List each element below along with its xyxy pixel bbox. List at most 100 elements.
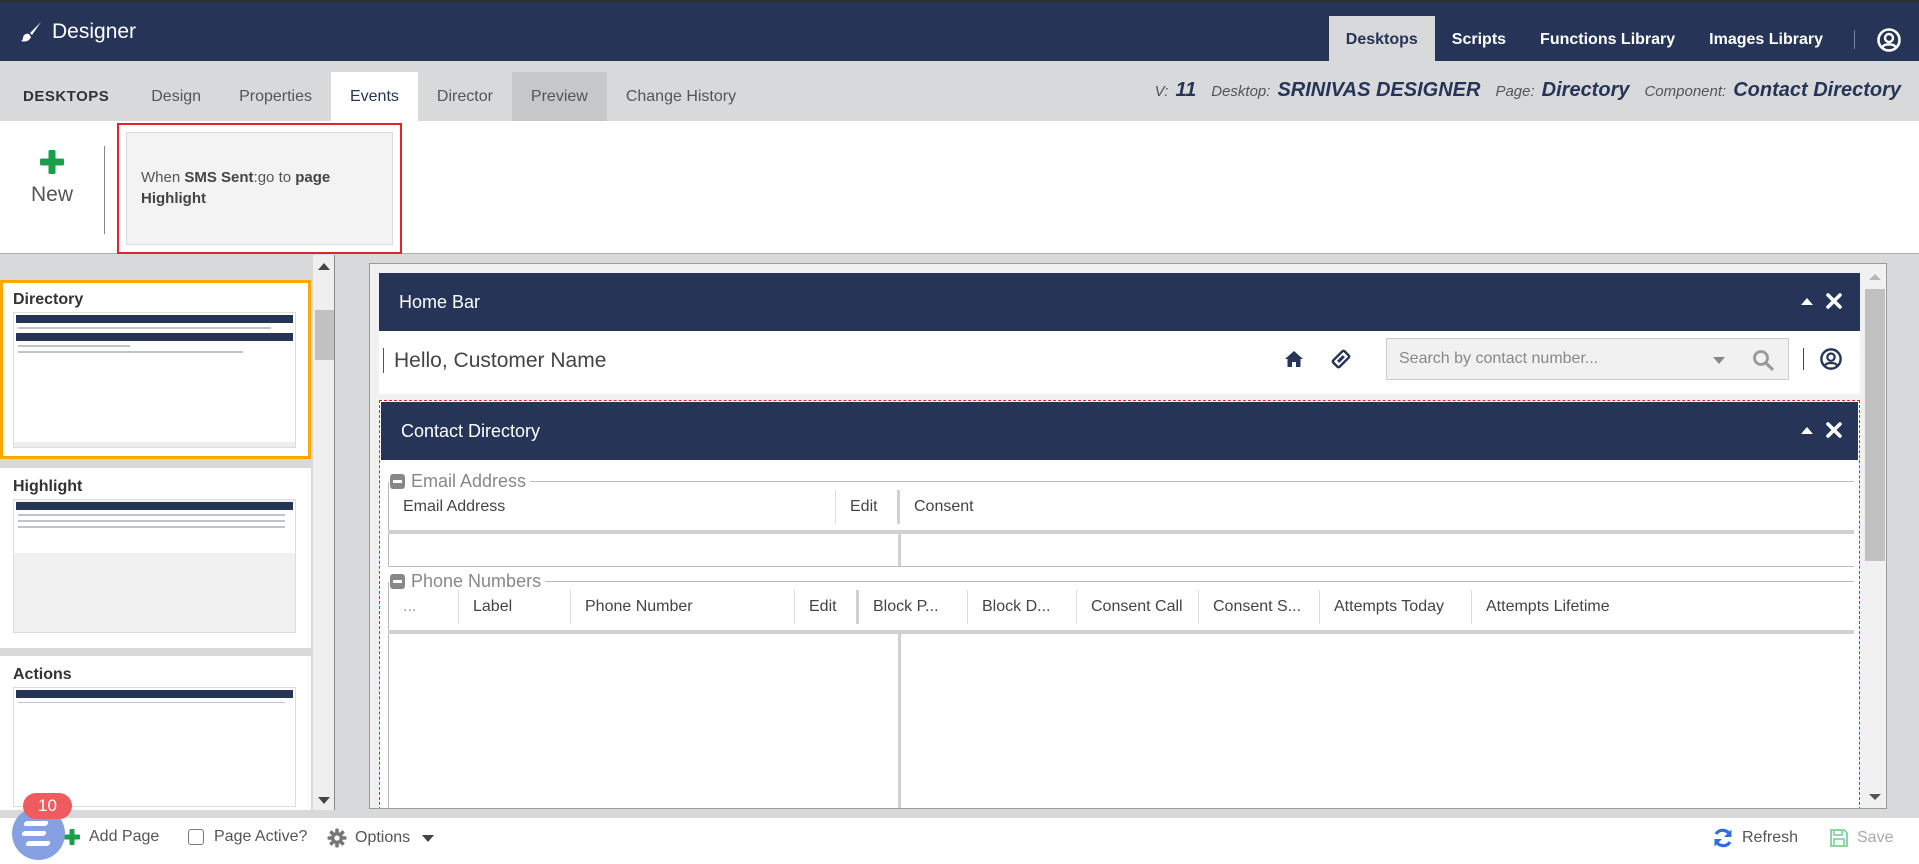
event-card[interactable]: When SMS Sent:go to page Highlight [117, 123, 402, 254]
collapse-up-icon[interactable] [1800, 425, 1814, 435]
grid-splitter[interactable] [898, 530, 901, 567]
column-header[interactable]: Label [459, 590, 571, 624]
close-icon[interactable] [1826, 422, 1842, 438]
collapse-up-icon[interactable] [1800, 296, 1814, 306]
column-header[interactable]: Edit [836, 490, 900, 524]
top-nav: Desktops Scripts Functions Library Image… [1328, 16, 1919, 63]
refresh-label: Refresh [1742, 829, 1799, 846]
top-navbar: Designer Desktops Scripts Functions Libr… [0, 0, 1919, 63]
page-active-toggle[interactable]: Page Active? [188, 828, 307, 846]
ticket-icon[interactable] [1330, 348, 1352, 370]
notification-badge[interactable]: 10 [23, 793, 72, 819]
grid-splitter[interactable] [898, 630, 901, 808]
topnav-scripts[interactable]: Scripts [1435, 16, 1523, 63]
event-description[interactable]: When SMS Sent:go to page Highlight [126, 132, 393, 245]
tab-events[interactable]: Events [330, 72, 418, 121]
topnav-desktops[interactable]: Desktops [1328, 16, 1435, 63]
column-header[interactable]: Email Address [389, 490, 836, 524]
scroll-down-arrow-icon[interactable] [318, 797, 330, 804]
email-grid-header: Email Address Edit Consent [388, 482, 1854, 530]
grid-header-line [388, 530, 1854, 534]
save-label: Save [1857, 829, 1894, 846]
column-header[interactable]: Phone Number [571, 590, 795, 624]
version-value: 11 [1175, 79, 1197, 101]
topnav-divider [1854, 30, 1855, 49]
gear-icon [327, 828, 347, 848]
plus-icon [40, 150, 64, 174]
version-label: V: [1154, 83, 1169, 100]
page-item-directory[interactable]: Directory [0, 280, 311, 459]
page-thumbnail [13, 312, 296, 448]
tab-design[interactable]: Design [132, 72, 220, 121]
topnav-images-library[interactable]: Images Library [1692, 16, 1840, 63]
scroll-up-arrow-icon[interactable] [318, 263, 330, 270]
options-dropdown[interactable]: Options [327, 828, 435, 848]
page-list-scrollbar[interactable] [313, 255, 335, 810]
home-icon[interactable] [1284, 350, 1304, 368]
scrollbar-thumb[interactable] [315, 310, 334, 360]
contact-directory-title: Contact Directory [401, 420, 541, 441]
column-header[interactable]: Attempts Lifetime [1472, 590, 1652, 624]
tab-director[interactable]: Director [418, 72, 512, 121]
page-active-checkbox[interactable] [188, 829, 204, 845]
scroll-up-arrow-icon[interactable] [1869, 274, 1881, 280]
column-header[interactable]: Consent S... [1199, 590, 1320, 624]
paintbrush-icon [21, 22, 41, 42]
close-icon[interactable] [1826, 293, 1842, 309]
events-toolbar: New When SMS Sent:go to page Highlight [0, 121, 1919, 254]
app-brand[interactable]: Designer [20, 20, 136, 44]
assistant-logo-icon [23, 821, 49, 826]
scrollbar-thumb[interactable] [1865, 289, 1885, 561]
app-title: Designer [52, 20, 137, 43]
page-value: Directory [1541, 79, 1630, 101]
footer-toolbar: Add Page Page Active? Options Refresh Sa… [0, 818, 1919, 864]
home-bar-component[interactable]: Home Bar Hello, Customer Name [379, 273, 1860, 394]
phone-numbers-section: Phone Numbers ... Label Phone Number Edi… [388, 571, 1854, 808]
home-bar-body: Hello, Customer Name [379, 331, 1860, 394]
tab-properties[interactable]: Properties [220, 72, 331, 121]
page-active-label: Page Active? [214, 828, 308, 845]
page-item-title: Directory [13, 291, 84, 308]
event-prefix: When [141, 169, 181, 186]
new-event-label: New [30, 183, 73, 206]
column-header[interactable]: Attempts Today [1320, 590, 1472, 624]
column-header[interactable]: Edit [795, 590, 859, 624]
refresh-icon [1714, 828, 1732, 848]
divider [104, 146, 105, 234]
contact-search-input[interactable] [1399, 350, 1699, 368]
user-circle-icon[interactable] [1820, 348, 1842, 370]
save-icon [1830, 829, 1848, 847]
column-header[interactable]: Block D... [968, 590, 1077, 624]
column-header[interactable]: Consent [900, 490, 1200, 524]
save-button[interactable]: Save [1829, 828, 1893, 848]
topnav-functions-library[interactable]: Functions Library [1523, 16, 1692, 63]
page-thumbnail [13, 499, 296, 633]
page-item-highlight[interactable]: Highlight [0, 468, 311, 648]
sub-navbar: DESKTOPS Design Properties Events Direct… [0, 61, 1919, 121]
column-header[interactable]: Block P... [859, 590, 968, 624]
event-trigger: SMS Sent [184, 169, 254, 186]
add-page-button[interactable]: Add Page [63, 828, 159, 846]
event-action: :go to [253, 169, 292, 186]
contact-directory-component[interactable]: Contact Directory Email Address Email Ad… [379, 400, 1860, 808]
options-label: Options [355, 829, 411, 846]
tab-preview[interactable]: Preview [511, 72, 607, 121]
refresh-button[interactable]: Refresh [1712, 828, 1798, 848]
search-icon[interactable] [1752, 349, 1774, 371]
tab-change-history[interactable]: Change History [607, 72, 755, 121]
new-event-button[interactable]: New [18, 149, 86, 207]
page-thumbnail [13, 687, 296, 807]
page-list: Directory Highlight Actions [0, 255, 311, 810]
user-menu-button[interactable] [1865, 16, 1913, 63]
canvas-scrollbar[interactable] [1864, 264, 1886, 808]
page-item-actions[interactable]: Actions [0, 656, 311, 810]
scroll-down-arrow-icon[interactable] [1869, 794, 1881, 800]
column-header[interactable]: Consent Call [1077, 590, 1199, 624]
page-list-panel: Directory Highlight Actions [0, 255, 336, 810]
user-circle-icon [1877, 27, 1901, 52]
phone-grid-header: ... Label Phone Number Edit Block P... B… [388, 582, 1854, 630]
column-header[interactable]: ... [389, 590, 459, 624]
search-dropdown-caret-icon[interactable] [1713, 357, 1725, 364]
event-target-type: page [295, 169, 331, 186]
contact-search[interactable] [1386, 338, 1789, 380]
